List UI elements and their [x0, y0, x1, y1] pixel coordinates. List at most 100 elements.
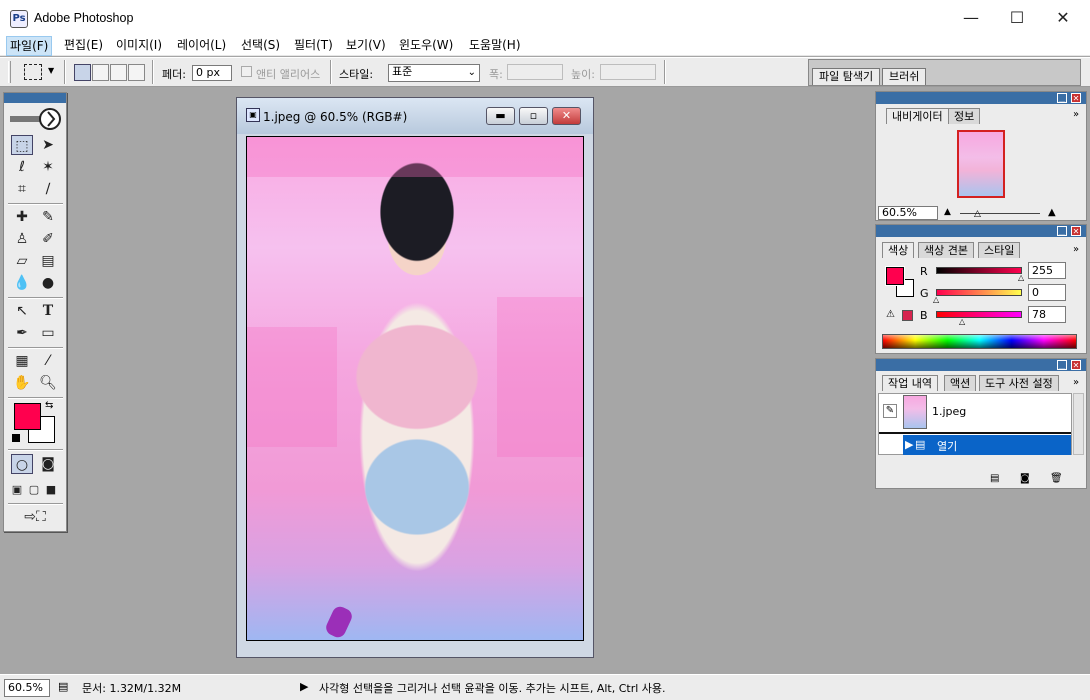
channel-b-slider[interactable]	[936, 311, 1022, 318]
history-brush-source-icon[interactable]: ✎	[883, 404, 897, 418]
document-restore-button[interactable]: ▫	[519, 107, 548, 125]
height-input[interactable]	[600, 64, 656, 80]
channel-g-slider[interactable]	[936, 289, 1022, 296]
color-palette-title-bar[interactable]: ▁ ✕	[876, 225, 1086, 237]
maximize-button[interactable]: ☐	[994, 4, 1040, 32]
zoom-tool-icon[interactable]: 🔍︎	[37, 373, 59, 393]
color-spectrum-bar[interactable]	[882, 334, 1077, 349]
tab-styles[interactable]: 스타일	[978, 242, 1021, 258]
navigator-palette-title-bar[interactable]: ▁ ✕	[876, 92, 1086, 104]
jump-to-imageready-icon[interactable]: ⇨⛶	[13, 507, 57, 527]
snapshot-thumbnail[interactable]	[903, 395, 927, 429]
gradient-tool-icon[interactable]: ▤	[37, 251, 59, 271]
crop-tool-icon[interactable]: ⌗	[11, 179, 33, 199]
navigator-zoom-slider-thumb[interactable]: △	[974, 209, 981, 219]
standard-screen-mode-icon[interactable]: ▣	[9, 480, 25, 500]
tab-actions[interactable]: 액션	[944, 375, 977, 391]
intersect-selection-button[interactable]	[128, 64, 145, 81]
status-zoom-field[interactable]: 60.5%	[4, 679, 50, 697]
channel-g-input[interactable]: 0	[1028, 284, 1066, 301]
menu-filter[interactable]: 필터(T)	[291, 36, 336, 56]
antialias-checkbox[interactable]	[241, 66, 252, 77]
trash-icon[interactable]: 🗑︎	[1050, 473, 1063, 484]
healing-brush-tool-icon[interactable]: ✚	[11, 207, 33, 227]
minimize-button[interactable]: —	[948, 4, 994, 32]
menu-layer[interactable]: 레이어(L)	[174, 36, 229, 56]
palette-minimize-icon[interactable]: ▁	[1057, 93, 1067, 103]
history-state-row[interactable]: ▶ ▤ 열기	[903, 435, 1071, 455]
document-title-bar[interactable]: ▣ 1.jpeg @ 60.5% (RGB#) ▬ ▫ ✕	[237, 98, 593, 134]
menu-image[interactable]: 이미지(I)	[113, 36, 165, 56]
zoom-out-icon[interactable]: ▲	[944, 207, 951, 217]
document-close-button[interactable]: ✕	[552, 107, 581, 125]
channel-r-input[interactable]: 255	[1028, 262, 1066, 279]
hand-tool-icon[interactable]: ✋	[11, 373, 33, 393]
notes-tool-icon[interactable]: ▦	[11, 351, 33, 371]
dodge-tool-icon[interactable]: ●	[37, 273, 59, 293]
menu-file[interactable]: 파일(F)	[6, 36, 53, 56]
close-button[interactable]: ✕	[1040, 4, 1086, 32]
foreground-color-swatch[interactable]	[14, 403, 41, 430]
gamut-color-chip[interactable]	[902, 310, 913, 321]
file-browser-tab[interactable]: 파일 탐색기	[812, 68, 881, 85]
magic-wand-tool-icon[interactable]: ✶	[37, 157, 59, 177]
lasso-tool-icon[interactable]: ℓ	[11, 157, 33, 177]
type-tool-icon[interactable]: T	[37, 301, 59, 321]
status-menu-arrow-icon[interactable]: ▶	[300, 680, 308, 693]
navigator-thumbnail[interactable]	[957, 130, 1005, 198]
channel-r-thumb[interactable]: △	[1018, 273, 1024, 282]
channel-b-input[interactable]: 78	[1028, 306, 1066, 323]
channel-b-thumb[interactable]: △	[959, 317, 965, 326]
palette-close-icon[interactable]: ✕	[1071, 226, 1081, 236]
tab-color[interactable]: 색상	[882, 242, 915, 258]
full-screen-menu-mode-icon[interactable]: ▢	[26, 480, 42, 500]
toolbox-title-bar[interactable]	[4, 93, 66, 103]
menu-view[interactable]: 보기(V)	[343, 36, 389, 56]
eraser-tool-icon[interactable]: ▱	[11, 251, 33, 271]
history-palette-title-bar[interactable]: ▁ ✕	[876, 359, 1086, 371]
palette-close-icon[interactable]: ✕	[1071, 93, 1081, 103]
history-slider-icon[interactable]: ▶	[905, 438, 913, 451]
palette-menu-icon[interactable]: »	[1073, 377, 1079, 388]
rectangular-marquee-tool-icon[interactable]: ⬚	[11, 135, 33, 155]
image-canvas[interactable]	[246, 136, 584, 641]
channel-g-thumb[interactable]: △	[933, 295, 939, 304]
adobe-online-icon[interactable]	[8, 107, 63, 131]
new-document-from-state-icon[interactable]: ▤	[990, 473, 999, 484]
tab-swatches[interactable]: 색상 견본	[918, 242, 974, 258]
feather-input[interactable]: 0 px	[192, 65, 232, 81]
palette-minimize-icon[interactable]: ▁	[1057, 226, 1067, 236]
brushes-tab[interactable]: 브러쉬	[882, 68, 927, 85]
blur-tool-icon[interactable]: 💧	[11, 273, 33, 293]
palette-menu-icon[interactable]: »	[1073, 244, 1079, 255]
move-tool-icon[interactable]: ➤	[37, 135, 59, 155]
navigator-zoom-slider[interactable]	[960, 213, 1040, 214]
history-scrollbar[interactable]	[1073, 393, 1084, 455]
history-brush-tool-icon[interactable]: ✐	[37, 229, 59, 249]
rectangle-tool-icon[interactable]: ▭	[37, 323, 59, 343]
full-screen-mode-icon[interactable]: ■	[43, 480, 59, 500]
menu-window[interactable]: 윈도우(W)	[396, 36, 456, 56]
clone-stamp-tool-icon[interactable]: ♙	[11, 229, 33, 249]
default-colors-icon[interactable]	[12, 434, 20, 442]
slice-tool-icon[interactable]: ∕	[37, 179, 59, 199]
channel-r-slider[interactable]	[936, 267, 1022, 274]
marquee-preset-icon[interactable]	[24, 64, 42, 80]
document-info-icon[interactable]: ▤	[58, 680, 68, 693]
menu-select[interactable]: 선택(S)	[238, 36, 283, 56]
snapshot-label[interactable]: 1.jpeg	[932, 405, 966, 418]
navigator-zoom-field[interactable]: 60.5%	[878, 206, 938, 220]
tab-tool-presets[interactable]: 도구 사전 설정	[979, 375, 1059, 391]
swap-colors-icon[interactable]: ⇆	[45, 400, 53, 411]
eyedropper-tool-icon[interactable]: ⁄	[37, 351, 59, 371]
color-foreground-chip[interactable]	[885, 266, 905, 286]
style-select[interactable]: 표준 ⌄	[388, 64, 480, 82]
zoom-in-icon[interactable]: ▲	[1048, 207, 1056, 218]
tab-history[interactable]: 작업 내역	[882, 375, 938, 391]
new-selection-button[interactable]	[74, 64, 91, 81]
standard-mode-icon[interactable]: ○	[11, 454, 33, 474]
path-selection-tool-icon[interactable]: ↖	[11, 301, 33, 321]
brush-tool-icon[interactable]: ✎	[37, 207, 59, 227]
chevron-down-icon[interactable]: ▼	[48, 66, 54, 75]
quick-mask-mode-icon[interactable]: ◙	[37, 454, 59, 474]
